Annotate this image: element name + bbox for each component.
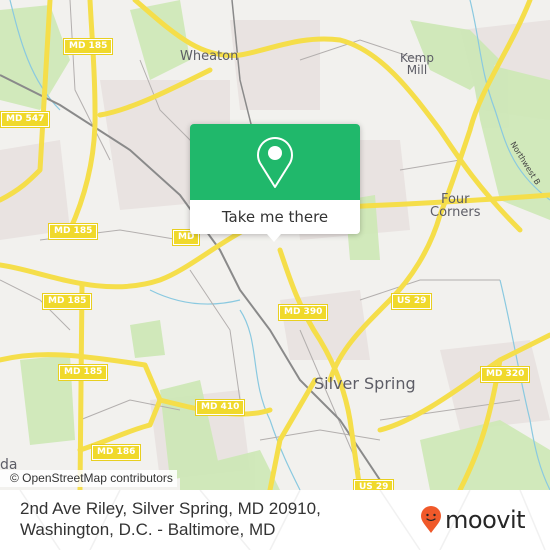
road-shield: MD 185 [57, 364, 109, 381]
road-shield: US 29 [352, 479, 395, 490]
place-label-four-corners: Four Corners [430, 192, 481, 220]
map[interactable]: Wheaton Kemp Mill Four Corners Silver Sp… [0, 0, 550, 490]
destination-popup[interactable]: Take me there [190, 124, 360, 242]
road-shield: MD 185 [62, 38, 114, 55]
address-text: 2nd Ave Riley, Silver Spring, MD 20910, … [20, 499, 321, 539]
road-shield: MD 410 [194, 399, 246, 416]
moovit-logo[interactable]: moovit [420, 506, 526, 534]
place-label-kemp-mill: Kemp Mill [400, 51, 434, 77]
road-shield: MD 320 [479, 366, 531, 383]
road-shield: MD 185 [41, 293, 93, 310]
road-shield: US 29 [390, 293, 433, 310]
map-attribution[interactable]: © OpenStreetMap contributors [0, 470, 177, 487]
location-pin-icon [257, 137, 293, 188]
place-label-silver-spring: Silver Spring [314, 374, 416, 393]
take-me-there-button[interactable]: Take me there [190, 200, 360, 234]
road-shield: MD 390 [277, 304, 329, 321]
place-label-wheaton: Wheaton [180, 49, 239, 64]
map-tiles [0, 0, 550, 490]
popup-header[interactable] [190, 124, 360, 200]
road-shield: MD 185 [47, 223, 99, 240]
moovit-wordmark: moovit [445, 506, 526, 534]
popup-pointer [267, 234, 281, 242]
road-shield: MD 547 [0, 111, 51, 128]
footer: 2nd Ave Riley, Silver Spring, MD 20910, … [0, 490, 550, 550]
moovit-smiley-pin-icon [421, 506, 441, 533]
road-shield: MD 186 [90, 444, 142, 461]
